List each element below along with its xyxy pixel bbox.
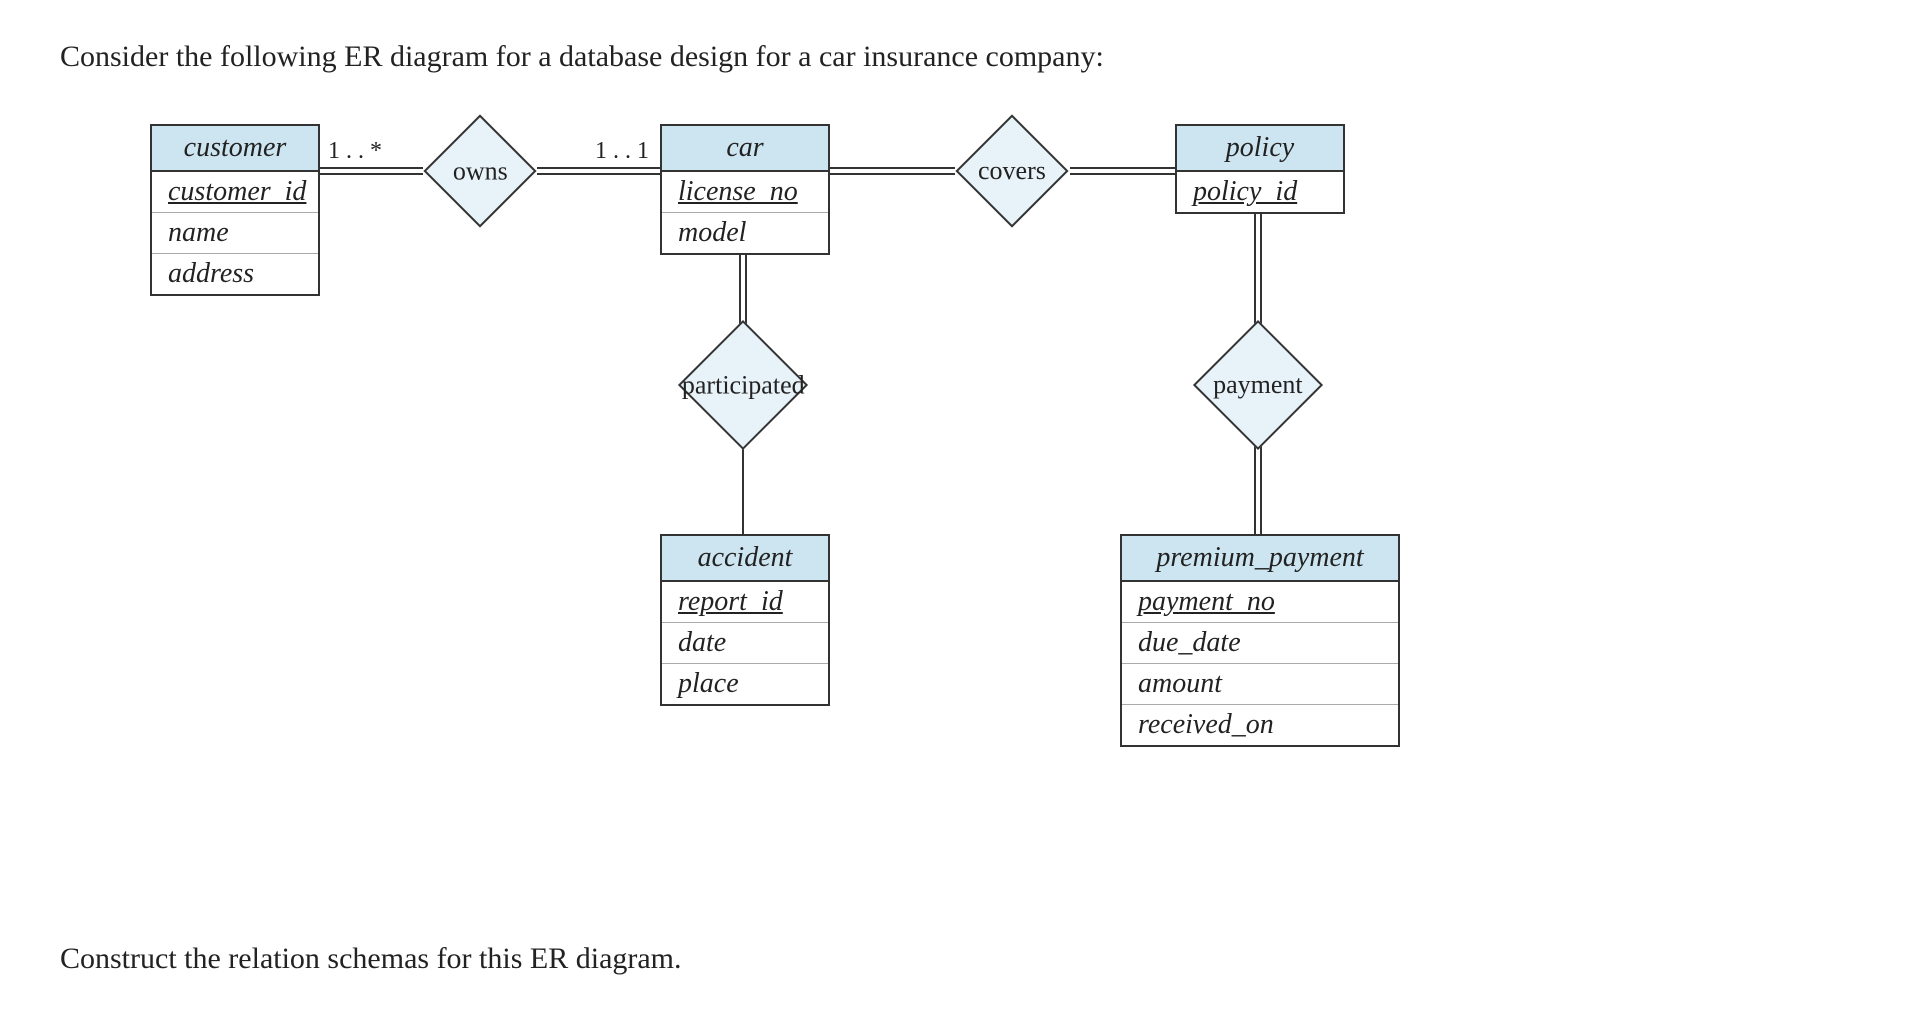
- attr-accident-date: date: [662, 623, 828, 664]
- connectors: [60, 94, 1810, 874]
- relationship-owns: owns: [423, 114, 536, 227]
- entity-accident-title: accident: [662, 536, 828, 582]
- attr-premium-duedate: due_date: [1122, 623, 1398, 664]
- er-diagram: customer customer_id name address owns 1…: [60, 94, 1810, 874]
- relationship-participated-label: participated: [682, 370, 805, 400]
- attr-customer-name: name: [152, 213, 318, 254]
- attr-customer-id: customer_id: [152, 172, 318, 213]
- entity-car: car license_no model: [660, 124, 830, 255]
- attr-premium-amount: amount: [1122, 664, 1398, 705]
- attr-car-license: license_no: [662, 172, 828, 213]
- attr-customer-address: address: [152, 254, 318, 294]
- instruction-text: Construct the relation schemas for this …: [60, 942, 682, 976]
- attr-premium-received: received_on: [1122, 705, 1398, 745]
- entity-policy: policy policy_id: [1175, 124, 1345, 214]
- relationship-payment-label: payment: [1213, 370, 1303, 400]
- relationship-payment: payment: [1193, 320, 1323, 450]
- cardinality-owns-right: 1 . . 1: [595, 138, 649, 165]
- question-text: Consider the following ER diagram for a …: [60, 40, 1846, 74]
- entity-policy-title: policy: [1177, 126, 1343, 172]
- entity-customer-title: customer: [152, 126, 318, 172]
- attr-accident-reportid: report_id: [662, 582, 828, 623]
- entity-accident: accident report_id date place: [660, 534, 830, 706]
- cardinality-owns-left: 1 . . *: [328, 138, 382, 165]
- entity-car-title: car: [662, 126, 828, 172]
- attr-premium-paymentno: payment_no: [1122, 582, 1398, 623]
- attr-policy-id: policy_id: [1177, 172, 1343, 212]
- relationship-owns-label: owns: [453, 156, 508, 186]
- entity-customer: customer customer_id name address: [150, 124, 320, 296]
- relationship-covers-label: covers: [978, 156, 1046, 186]
- entity-premium-payment-title: premium_payment: [1122, 536, 1398, 582]
- attr-accident-place: place: [662, 664, 828, 704]
- relationship-covers: covers: [955, 114, 1068, 227]
- relationship-participated: participated: [678, 320, 808, 450]
- entity-premium-payment: premium_payment payment_no due_date amou…: [1120, 534, 1400, 747]
- attr-car-model: model: [662, 213, 828, 253]
